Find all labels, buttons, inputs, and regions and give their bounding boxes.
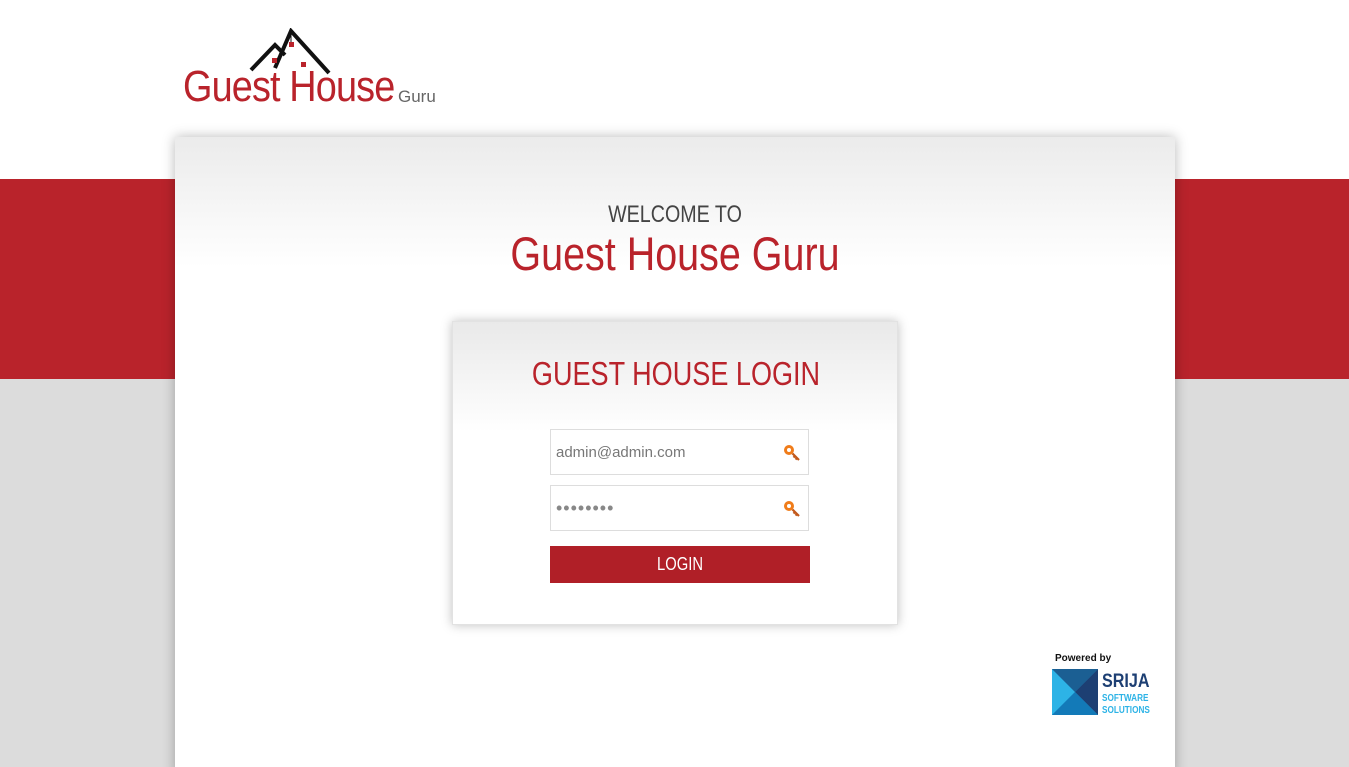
logo-subtitle: Guru [398,87,436,106]
login-form: GUEST HOUSE LOGIN LOGIN [452,321,898,625]
app-title: Guest House Guru [510,227,840,280]
company-name: SRIJA [1102,671,1150,692]
logo-title: Guest House [183,62,395,111]
srija-emblem-icon [1052,669,1098,715]
email-field-wrapper [550,429,809,475]
login-title: GUEST HOUSE LOGIN [531,355,821,392]
powered-by-label: Powered by [1055,653,1112,664]
password-input[interactable] [551,486,776,530]
password-field-wrapper [550,485,809,531]
main-panel: WELCOME TO Guest House Guru GUEST HOUSE … [175,137,1175,767]
key-icon [784,445,800,461]
key-icon [784,501,800,517]
app-logo: Guest House Guru [183,28,443,111]
login-button-label: LOGIN [657,554,703,574]
srija-logo: SRIJA SOFTWARE SOLUTIONS [1052,669,1157,717]
company-tagline-2: SOLUTIONS [1102,705,1150,716]
company-tagline-1: SOFTWARE [1102,693,1149,704]
login-button[interactable]: LOGIN [550,546,810,583]
email-input[interactable] [551,430,776,474]
welcome-heading: WELCOME TO [608,201,742,228]
